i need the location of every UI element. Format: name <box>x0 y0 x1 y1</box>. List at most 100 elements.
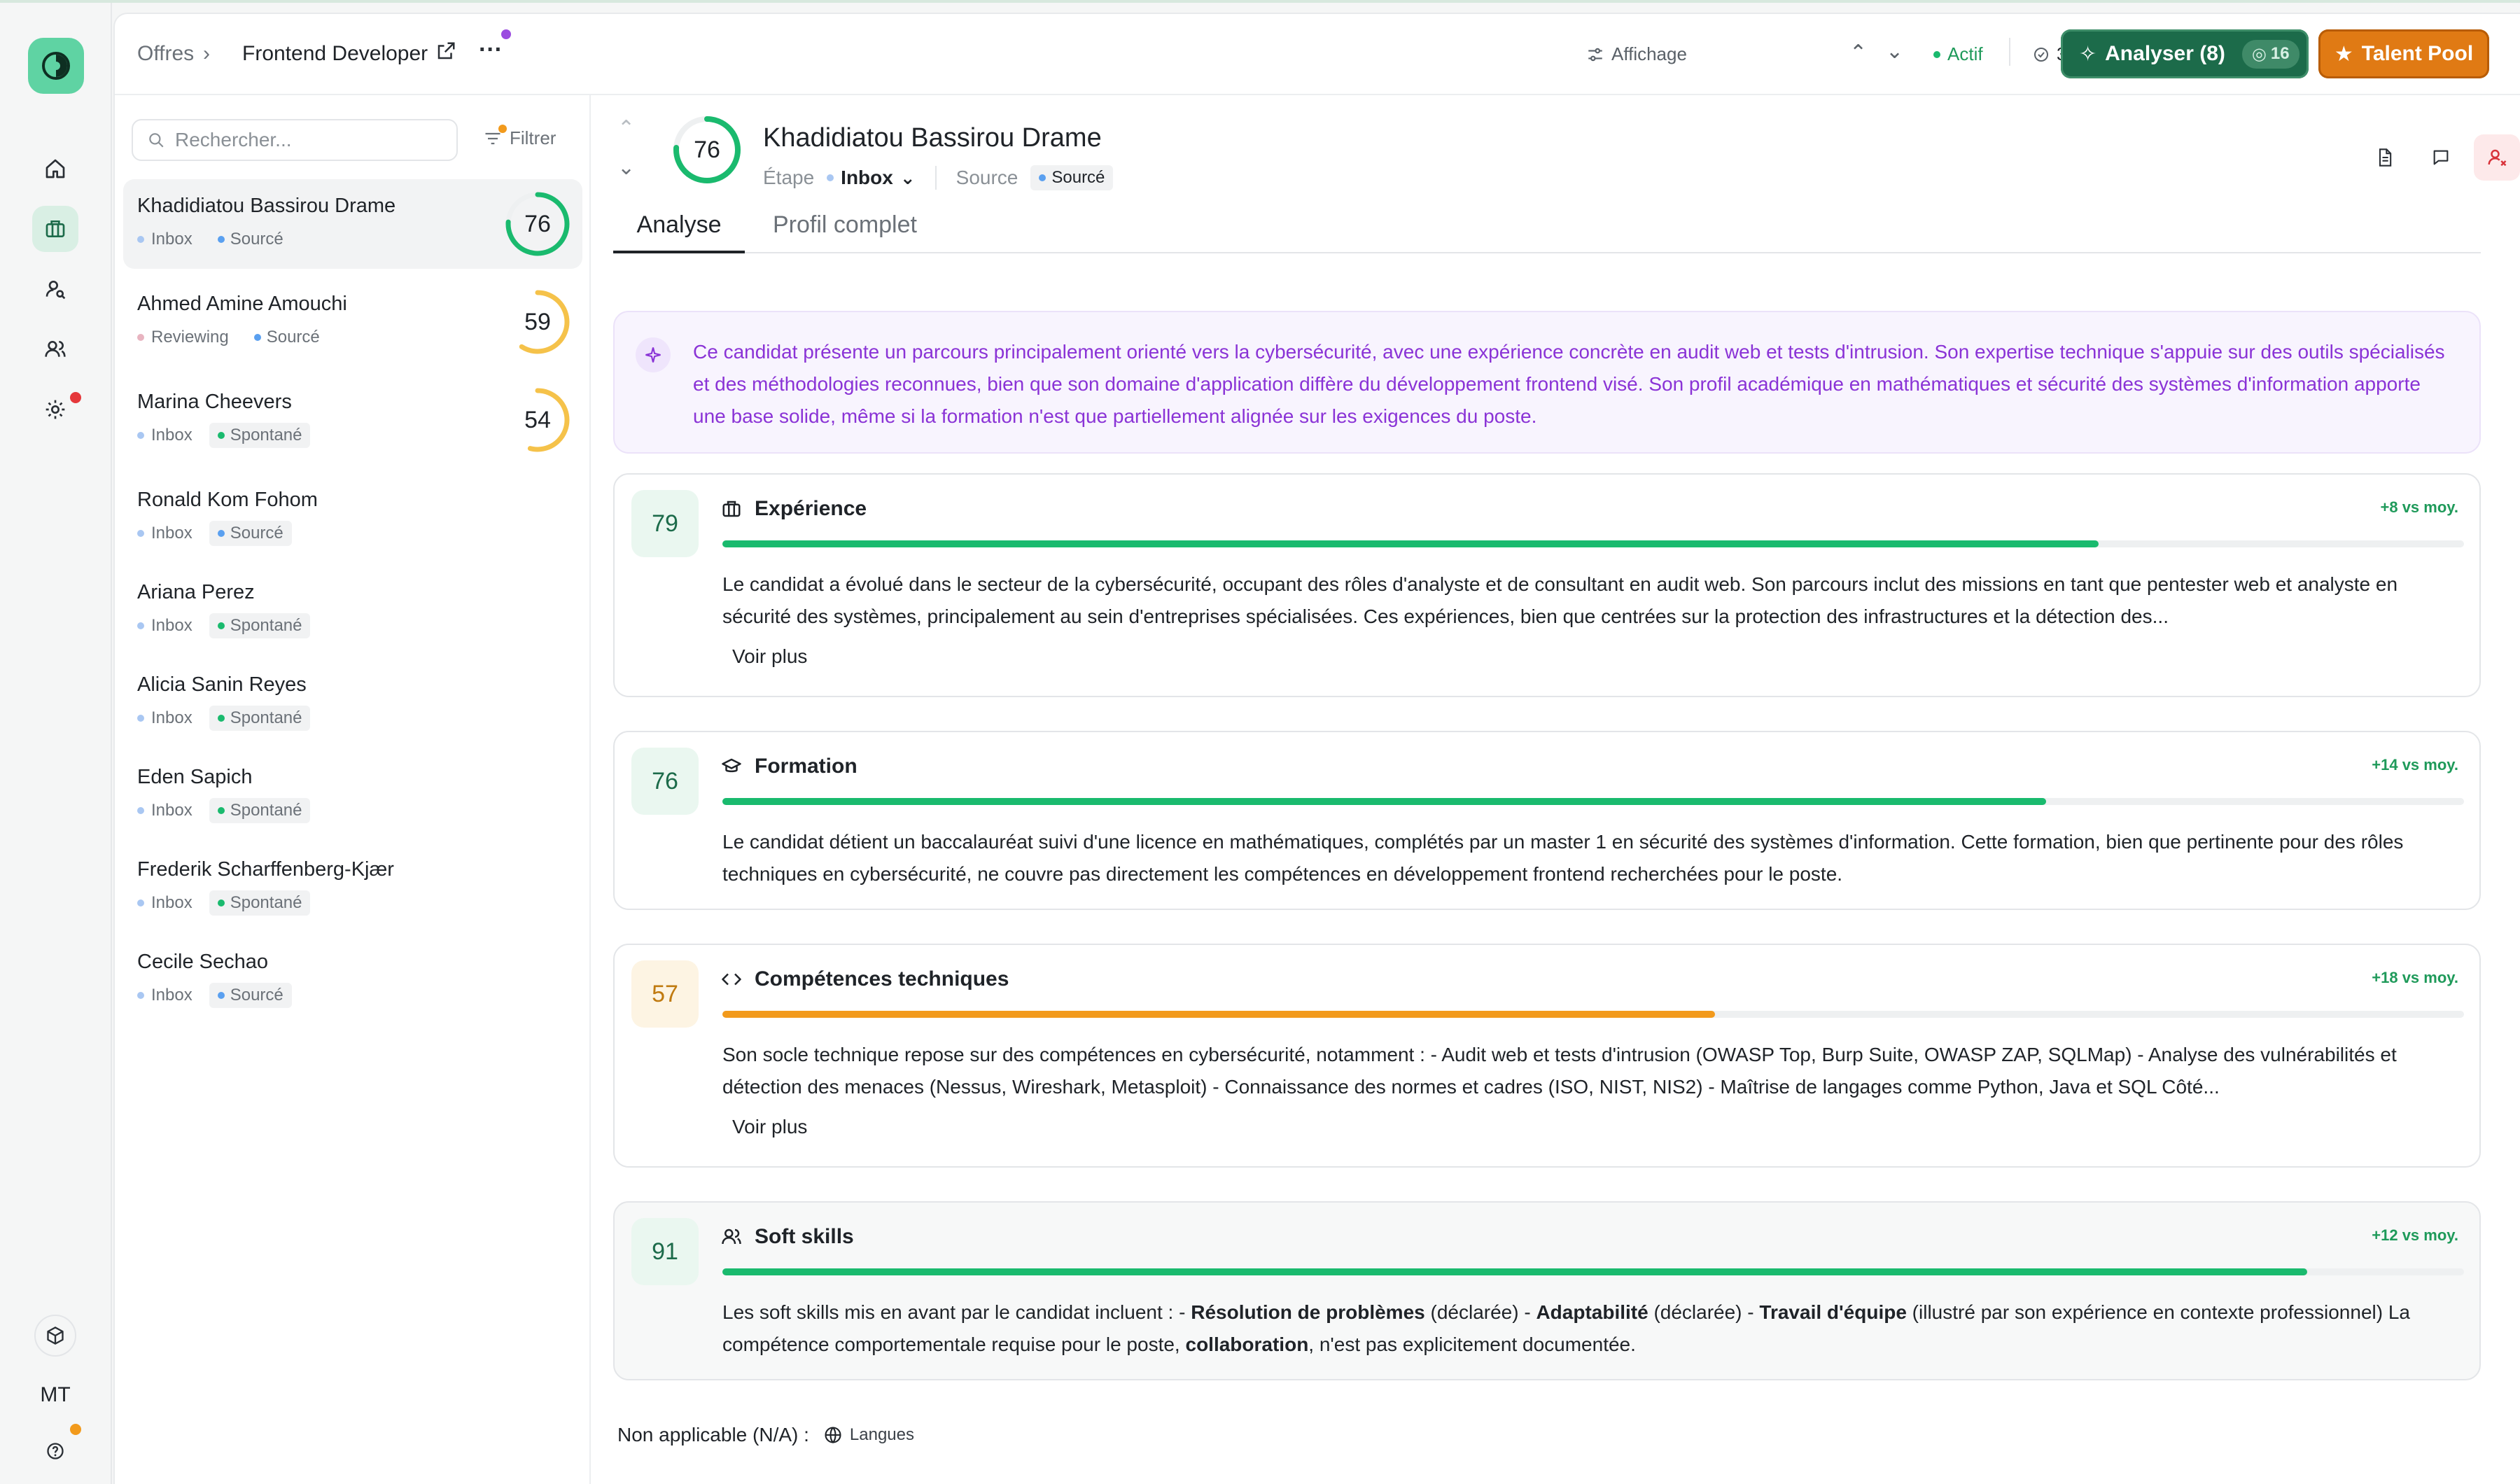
search-input[interactable]: Rechercher... <box>132 119 458 161</box>
tab-analyse[interactable]: Analyse <box>613 211 745 253</box>
sparkle-icon: ✧ <box>2079 42 2097 66</box>
candidate-list-item[interactable]: Alicia Sanin Reyes Inbox Spontané <box>123 658 582 741</box>
criterion-score: 76 <box>631 748 699 815</box>
candidate-source: Sourcé <box>230 230 284 248</box>
divider <box>934 166 937 190</box>
talent-pool-button[interactable]: ★ Talent Pool <box>2318 29 2489 78</box>
criterion-title-text: Compétences techniques <box>755 967 1009 990</box>
criterion-text: Le candidat a évolué dans le secteur de … <box>722 573 2398 627</box>
candidate-nav-button[interactable] <box>32 266 78 312</box>
candidate-list-name: Ariana Perez <box>137 581 255 603</box>
highlighted-skill: Résolution de problèmes <box>1191 1301 1425 1323</box>
candidate-score-ring: 76 <box>673 116 741 183</box>
candidate-list-item[interactable]: Ariana Perez Inbox Spontané <box>123 566 582 648</box>
search-placeholder: Rechercher... <box>175 129 292 150</box>
candidate-list-meta: Inbox Spontané <box>137 423 311 448</box>
stage-dot <box>827 174 834 181</box>
status-dot <box>1933 50 1940 58</box>
criterion-progress-fill <box>722 798 2046 805</box>
highlighted-skill: collaboration <box>1185 1334 1309 1355</box>
candidate-score-ring: 54 <box>505 388 570 452</box>
user-avatar[interactable]: MT <box>32 1372 78 1418</box>
source-tag: Spontané <box>209 706 311 731</box>
candidate-list-item[interactable]: Khadidiatou Bassirou Drame Inbox Sourcé 76 <box>123 179 582 269</box>
help-notification-dot <box>70 1424 81 1435</box>
sparkle-icon <box>636 337 671 372</box>
voir-plus-button[interactable]: Voir plus <box>732 1116 807 1138</box>
candidate-list-name: Ahmed Amine Amouchi <box>137 293 347 315</box>
source-dot <box>1039 174 1046 181</box>
candidate-list-meta: Inbox Sourcé <box>137 983 292 1008</box>
candidate-stage: Reviewing <box>151 328 229 346</box>
criterion-text-part: Les soft skills mis en avant par le cand… <box>722 1301 1191 1323</box>
candidate-list-meta: Reviewing Sourcé <box>137 325 328 350</box>
source-dot <box>217 992 225 999</box>
candidate-list-item[interactable]: Ahmed Amine Amouchi Reviewing Sourcé 59 <box>123 277 582 367</box>
breadcrumb-job: Frontend Developer <box>242 42 428 66</box>
coins-icon: ◎ <box>2251 44 2267 64</box>
help-button[interactable] <box>32 1428 78 1474</box>
source-tag: Sourcé <box>209 983 292 1008</box>
candidate-list-item[interactable]: Marina Cheevers Inbox Spontané 54 <box>123 375 582 465</box>
stage-dot <box>137 432 144 439</box>
talent-pool-label: Talent Pool <box>2361 42 2474 65</box>
filter-button[interactable]: Filtrer <box>483 125 556 149</box>
chevron-down-icon[interactable]: ⌄ <box>1886 39 1903 64</box>
criterion-title-text: Soft skills <box>755 1225 854 1248</box>
package-button[interactable] <box>34 1315 76 1357</box>
stage-label: Étape <box>763 167 815 188</box>
app-logo[interactable] <box>28 38 84 94</box>
candidate-list-item[interactable]: Cecile Sechao Inbox Sourcé <box>123 935 582 1018</box>
external-link-icon[interactable] <box>435 41 456 65</box>
more-options-icon[interactable]: ··· <box>479 36 503 64</box>
criterion-progress <box>722 798 2464 805</box>
criterion-title: Expérience <box>721 497 867 521</box>
candidate-source: Spontané <box>230 426 302 444</box>
document-button[interactable] <box>2362 134 2408 181</box>
candidate-list-name: Marina Cheevers <box>137 391 292 413</box>
candidate-list-name: Ronald Kom Fohom <box>137 489 318 511</box>
tab-profil-complet[interactable]: Profil complet <box>773 211 917 253</box>
candidate-list-item[interactable]: Ronald Kom Fohom Inbox Sourcé <box>123 473 582 556</box>
top-accent-bar <box>0 0 2520 3</box>
source-dot <box>217 899 225 906</box>
criterion-delta: +14 vs moy. <box>2372 756 2458 774</box>
candidate-stage: Inbox <box>151 426 192 444</box>
criterion-text-part: , n'est pas explicitement documentée. <box>1308 1334 1636 1355</box>
stage-dot <box>137 622 144 629</box>
candidate-list-meta: Inbox Spontané <box>137 890 311 916</box>
candidate-source: Sourcé <box>230 986 284 1004</box>
candidate-detail: ⌃ ⌄ 76 Khadidiatou Bassirou Drame Étape … <box>592 95 2520 1484</box>
team-nav-button[interactable] <box>32 326 78 372</box>
candidate-score: 76 <box>524 211 551 237</box>
comment-button[interactable] <box>2418 134 2464 181</box>
stage-dot <box>137 530 144 537</box>
candidate-source: Sourcé <box>266 328 320 346</box>
prev-candidate-icon[interactable]: ⌃ <box>617 116 635 141</box>
credits-count: 16 <box>2270 44 2290 63</box>
voir-plus-button[interactable]: Voir plus <box>732 645 807 668</box>
jobs-nav-button[interactable] <box>32 206 78 252</box>
display-settings-button[interactable]: Affichage <box>1586 43 1687 65</box>
stage-selector[interactable]: Inbox ⌄ <box>827 167 916 189</box>
candidate-list-item[interactable]: Eden Sapich Inbox Spontané <box>123 750 582 833</box>
candidate-list-name: Eden Sapich <box>137 766 253 788</box>
status-label: Actif <box>1947 43 1983 64</box>
main-panel: Offres › Frontend Developer ··· Affichag… <box>113 13 2520 1484</box>
next-candidate-icon[interactable]: ⌄ <box>617 155 635 180</box>
chevron-up-icon[interactable]: ⌃ <box>1849 41 1867 65</box>
app-rail: MT <box>0 3 112 1484</box>
status-badge[interactable]: Actif <box>1933 43 1983 65</box>
source-dot <box>217 807 225 814</box>
code-icon <box>722 973 741 986</box>
home-nav-button[interactable] <box>32 146 78 192</box>
credits-badge: ◎ 16 <box>2241 39 2300 69</box>
job-title[interactable]: Frontend Developer <box>242 42 428 65</box>
candidate-list-item[interactable]: Frederik Scharffenberg-Kjær Inbox Spontané <box>123 843 582 925</box>
candidate-stage: Inbox <box>151 893 192 912</box>
source-dot <box>217 432 225 439</box>
reject-candidate-button[interactable] <box>2474 134 2520 181</box>
breadcrumb-offres[interactable]: Offres <box>137 42 194 66</box>
cube-icon <box>47 1326 64 1345</box>
analyser-button[interactable]: ✧ Analyser (8) ◎ 16 <box>2061 29 2309 78</box>
